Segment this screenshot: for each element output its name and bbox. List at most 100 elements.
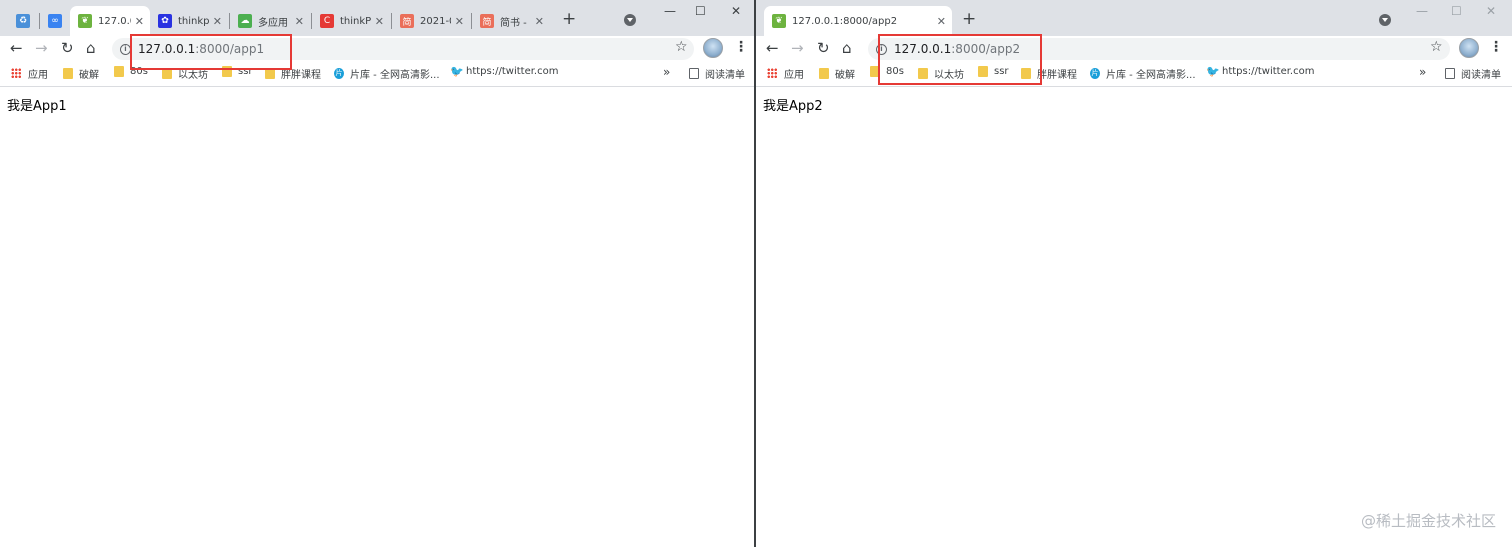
tab-title: thinkP xyxy=(340,15,371,27)
home-icon[interactable]: ⌂ xyxy=(842,39,852,57)
close-window-button[interactable]: ✕ xyxy=(1486,4,1496,18)
bookmark-apps[interactable]: 应用 xyxy=(767,66,804,81)
watermark: @稀土掘金技术社区 xyxy=(1360,512,1496,530)
bookmark-label: 应用 xyxy=(28,70,48,81)
reload-icon[interactable]: ↻ xyxy=(817,39,830,57)
tab-strip: ❦ 127.0.0.1:8000/app2 ✕ + — ☐ ✕ xyxy=(756,0,1512,36)
leaf-icon: ❦ xyxy=(78,14,92,28)
menu-kebab-icon[interactable]: ⋮ xyxy=(734,39,748,55)
twitter-bird-icon: 🐦 xyxy=(450,65,464,78)
minimize-button[interactable]: — xyxy=(664,4,676,18)
close-tab-icon[interactable]: ✕ xyxy=(455,15,464,28)
page-content: 我是App2 xyxy=(756,87,1512,547)
minimize-button[interactable]: — xyxy=(1416,4,1428,18)
browser-window-app2: ❦ 127.0.0.1:8000/app2 ✕ + — ☐ ✕ ← → ↻ ⌂ … xyxy=(756,0,1512,547)
tab-title: 127.0.0.1:8000/app2 xyxy=(792,15,898,27)
menu-kebab-icon[interactable]: ⋮ xyxy=(1489,39,1503,55)
annotation-highlight-box xyxy=(130,34,292,70)
bookmark-label: 阅读清单 xyxy=(1461,70,1501,81)
more-bookmarks-button[interactable]: » xyxy=(663,65,670,79)
tab-jianshu[interactable]: 简 简书 - ✕ xyxy=(472,6,550,36)
bookmark-star-icon[interactable]: ☆ xyxy=(1430,39,1443,55)
more-bookmarks-button[interactable]: » xyxy=(1419,65,1426,79)
page-content: 我是App1 xyxy=(0,87,754,547)
leaf-icon: ❦ xyxy=(772,14,786,28)
avatar[interactable] xyxy=(703,38,723,58)
cloud-icon: ☁ xyxy=(238,14,252,28)
tab-thinkphp-baidu[interactable]: ✿ thinkp ✕ xyxy=(150,6,228,36)
close-tab-icon[interactable]: ✕ xyxy=(375,15,384,28)
page-body-text: 我是App1 xyxy=(7,99,67,114)
pianku-icon: 片 xyxy=(1090,68,1100,79)
folder-icon xyxy=(114,66,124,77)
close-tab-icon[interactable]: ✕ xyxy=(213,15,222,28)
tab-app1[interactable]: ❦ 127.0.0 ✕ xyxy=(70,6,150,36)
tab-title: 2021-0 xyxy=(420,15,451,27)
bookmark-twitter[interactable]: 🐦 https://twitter.com xyxy=(450,66,558,77)
tab-app2[interactable]: ❦ 127.0.0.1:8000/app2 ✕ xyxy=(764,6,952,36)
bookmark-label: 破解 xyxy=(835,70,855,81)
paw-icon: ✿ xyxy=(158,14,172,28)
close-tab-icon[interactable]: ✕ xyxy=(295,15,304,28)
reading-list-icon xyxy=(689,68,699,79)
bookmark-label: 片库 - 全网高清影... xyxy=(1106,70,1196,81)
reload-icon[interactable]: ↻ xyxy=(61,39,74,57)
tab-strip: ♻ ∞ ❦ 127.0.0 ✕ ✿ thinkp ✕ ☁ 多应用 ✕ xyxy=(0,0,754,36)
close-tab-icon[interactable]: ✕ xyxy=(937,15,946,28)
home-icon[interactable]: ⌂ xyxy=(86,39,96,57)
tab-2021[interactable]: 简 2021-0 ✕ xyxy=(392,6,470,36)
bookmark-bar: 应用 破解 80s 以太坊 ssr 胖胖课程 片 片库 - 全网高清影... 🐦… xyxy=(0,62,754,87)
bookmark-folder[interactable]: 破解 xyxy=(63,66,99,81)
toolbar: ← → ↻ ⌂ i 127.0.0.1:8000/app1 ☆ ⋮ xyxy=(0,36,754,62)
apps-grid-icon xyxy=(11,68,22,79)
back-arrow-icon[interactable]: ← xyxy=(766,39,779,57)
bookmark-pianku[interactable]: 片 片库 - 全网高清影... xyxy=(334,66,440,81)
bookmark-twitter[interactable]: 🐦 https://twitter.com xyxy=(1206,66,1314,77)
link-icon: ∞ xyxy=(48,14,62,28)
tab-thinkphp-csdn[interactable]: C thinkP ✕ xyxy=(312,6,390,36)
reading-list-button[interactable]: 阅读清单 xyxy=(1445,66,1501,81)
back-arrow-icon[interactable]: ← xyxy=(10,39,23,57)
tab-search-icon[interactable] xyxy=(624,14,636,26)
forward-arrow-icon[interactable]: → xyxy=(35,39,48,57)
recycle-icon: ♻ xyxy=(16,14,30,28)
apps-grid-icon xyxy=(767,68,778,79)
page-body-text: 我是App2 xyxy=(763,99,823,114)
close-window-button[interactable]: ✕ xyxy=(731,4,741,18)
toolbar: ← → ↻ ⌂ i 127.0.0.1:8000/app2 ☆ ⋮ xyxy=(756,36,1512,62)
bookmark-label: https://twitter.com xyxy=(466,66,559,77)
tab-title: thinkp xyxy=(178,15,209,27)
annotation-highlight-box xyxy=(878,34,1042,85)
tab-pinned-2[interactable]: ∞ xyxy=(40,6,70,36)
tab-search-icon[interactable] xyxy=(1379,14,1391,26)
bookmark-star-icon[interactable]: ☆ xyxy=(675,39,688,55)
tab-multi-app[interactable]: ☁ 多应用 ✕ xyxy=(230,6,310,36)
tab-pinned-1[interactable]: ♻ xyxy=(8,6,38,36)
close-tab-icon[interactable]: ✕ xyxy=(535,15,544,28)
jian-icon: 简 xyxy=(400,14,414,28)
tab-title: 127.0.0 xyxy=(98,15,131,27)
bookmark-label: 应用 xyxy=(784,70,804,81)
maximize-button[interactable]: ☐ xyxy=(695,4,706,18)
bookmark-label: https://twitter.com xyxy=(1222,66,1315,77)
forward-arrow-icon[interactable]: → xyxy=(791,39,804,57)
tab-title: 多应用 xyxy=(258,17,288,29)
folder-icon xyxy=(819,68,829,79)
bookmark-apps[interactable]: 应用 xyxy=(11,66,48,81)
bookmark-folder[interactable]: 破解 xyxy=(819,66,855,81)
maximize-button[interactable]: ☐ xyxy=(1451,4,1462,18)
bookmark-label: 破解 xyxy=(79,70,99,81)
new-tab-button[interactable]: + xyxy=(962,10,976,28)
pianku-icon: 片 xyxy=(334,68,344,79)
bookmark-bar: 应用 破解 80s 以太坊 ssr 胖胖课程 片 片库 - 全网高清影... 🐦… xyxy=(756,62,1512,87)
screenshot: ♻ ∞ ❦ 127.0.0 ✕ ✿ thinkp ✕ ☁ 多应用 ✕ xyxy=(0,0,1512,547)
close-tab-icon[interactable]: ✕ xyxy=(135,15,144,28)
bookmark-label: 片库 - 全网高清影... xyxy=(350,70,440,81)
new-tab-button[interactable]: + xyxy=(562,10,576,28)
c-icon: C xyxy=(320,14,334,28)
folder-icon xyxy=(63,68,73,79)
avatar[interactable] xyxy=(1459,38,1479,58)
reading-list-button[interactable]: 阅读清单 xyxy=(689,66,745,81)
bookmark-pianku[interactable]: 片 片库 - 全网高清影... xyxy=(1090,66,1196,81)
bookmark-label: 胖胖课程 xyxy=(1037,70,1077,81)
